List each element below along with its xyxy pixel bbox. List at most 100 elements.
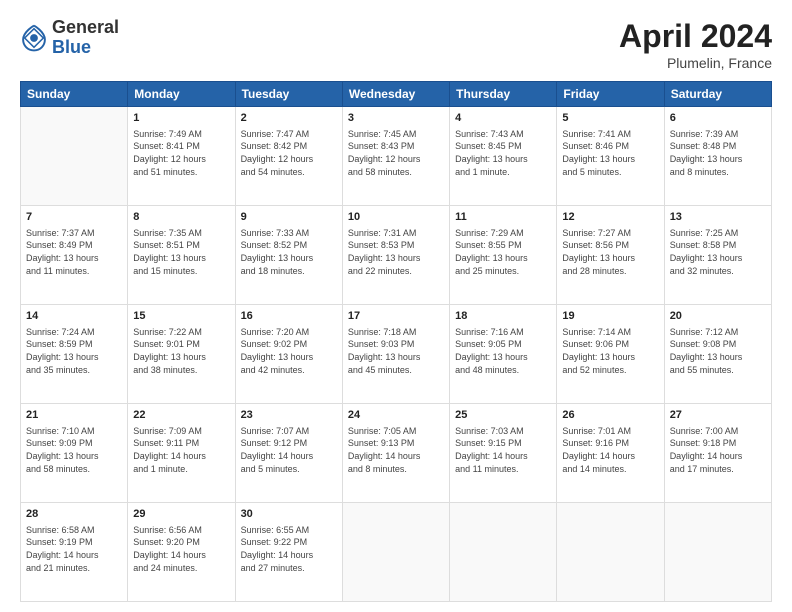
day-info: Sunrise: 7:24 AM Sunset: 8:59 PM Dayligh… (26, 326, 122, 376)
logo-general-text: General (52, 18, 119, 38)
table-row (664, 503, 771, 602)
day-number: 15 (133, 309, 229, 324)
col-saturday: Saturday (664, 82, 771, 107)
day-number: 1 (133, 111, 229, 126)
table-row: 30 Sunrise: 6:55 AM Sunset: 9:22 PM Dayli… (235, 503, 342, 602)
day-info: Sunrise: 7:35 AM Sunset: 8:51 PM Dayligh… (133, 227, 229, 277)
day-info: Sunrise: 7:01 AM Sunset: 9:16 PM Dayligh… (562, 425, 658, 475)
day-number: 4 (455, 111, 551, 126)
table-row: 17Sunrise: 7:18 AM Sunset: 9:03 PM Dayli… (342, 305, 449, 404)
day-number: 12 (562, 210, 658, 225)
day-info: Sunrise: 7:45 AM Sunset: 8:43 PM Dayligh… (348, 128, 444, 178)
day-number: 26 (562, 408, 658, 423)
day-number: 20 (670, 309, 766, 324)
day-info: Sunrise: 6:58 AM Sunset: 9:19 PM Dayligh… (26, 524, 122, 574)
table-row: 8 Sunrise: 7:35 AM Sunset: 8:51 PM Daylig… (128, 206, 235, 305)
table-row: 25 Sunrise: 7:03 AM Sunset: 9:15 PM Dayli… (450, 404, 557, 503)
day-info: Sunrise: 7:41 AM Sunset: 8:46 PM Dayligh… (562, 128, 658, 178)
col-thursday: Thursday (450, 82, 557, 107)
calendar-header-row: Sunday Monday Tuesday Wednesday Thursday… (21, 82, 772, 107)
day-number: 9 (241, 210, 337, 225)
day-info: Sunrise: 7:31 AM Sunset: 8:53 PM Dayligh… (348, 227, 444, 277)
day-number: 14 (26, 309, 122, 324)
day-number: 6 (670, 111, 766, 126)
week-row-1: 1 Sunrise: 7:49 AM Sunset: 8:41 PM Daylig… (21, 107, 772, 206)
table-row: 18 Sunrise: 7:16 AM Sunset: 9:05 PM Dayli… (450, 305, 557, 404)
day-number: 18 (455, 309, 551, 324)
day-info: Sunrise: 7:12 AM Sunset: 9:08 PM Dayligh… (670, 326, 766, 376)
table-row: 20 Sunrise: 7:12 AM Sunset: 9:08 PM Dayli… (664, 305, 771, 404)
day-number: 16 (241, 309, 337, 324)
table-row: 16Sunrise: 7:20 AM Sunset: 9:02 PM Dayli… (235, 305, 342, 404)
table-row (21, 107, 128, 206)
day-info: Sunrise: 7:25 AM Sunset: 8:58 PM Dayligh… (670, 227, 766, 277)
table-row: 23 Sunrise: 7:07 AM Sunset: 9:12 PM Dayli… (235, 404, 342, 503)
table-row: 26 Sunrise: 7:01 AM Sunset: 9:16 PM Dayli… (557, 404, 664, 503)
day-info: Sunrise: 6:55 AM Sunset: 9:22 PM Dayligh… (241, 524, 337, 574)
calendar-location: Plumelin, France (619, 55, 772, 71)
table-row: 7 Sunrise: 7:37 AM Sunset: 8:49 PM Daylig… (21, 206, 128, 305)
day-info: Sunrise: 7:37 AM Sunset: 8:49 PM Dayligh… (26, 227, 122, 277)
day-number: 19 (562, 309, 658, 324)
table-row: 29Sunrise: 6:56 AM Sunset: 9:20 PM Dayli… (128, 503, 235, 602)
table-row: 12Sunrise: 7:27 AM Sunset: 8:56 PM Dayli… (557, 206, 664, 305)
day-number: 28 (26, 507, 122, 522)
header: General Blue April 2024 Plumelin, France (20, 18, 772, 71)
table-row: 27 Sunrise: 7:00 AM Sunset: 9:18 PM Dayli… (664, 404, 771, 503)
calendar-title: April 2024 (619, 18, 772, 55)
table-row: 15 Sunrise: 7:22 AM Sunset: 9:01 PM Dayli… (128, 305, 235, 404)
day-number: 17 (348, 309, 444, 324)
week-row-2: 7 Sunrise: 7:37 AM Sunset: 8:49 PM Daylig… (21, 206, 772, 305)
col-tuesday: Tuesday (235, 82, 342, 107)
day-number: 21 (26, 408, 122, 423)
day-number: 11 (455, 210, 551, 225)
page: General Blue April 2024 Plumelin, France… (0, 0, 792, 612)
week-row-3: 14 Sunrise: 7:24 AM Sunset: 8:59 PM Dayli… (21, 305, 772, 404)
day-number: 30 (241, 507, 337, 522)
table-row: 3 Sunrise: 7:45 AM Sunset: 8:43 PM Daylig… (342, 107, 449, 206)
day-number: 13 (670, 210, 766, 225)
day-number: 24 (348, 408, 444, 423)
col-friday: Friday (557, 82, 664, 107)
table-row: 2 Sunrise: 7:47 AM Sunset: 8:42 PM Daylig… (235, 107, 342, 206)
day-info: Sunrise: 7:09 AM Sunset: 9:11 PM Dayligh… (133, 425, 229, 475)
table-row (557, 503, 664, 602)
calendar-table: Sunday Monday Tuesday Wednesday Thursday… (20, 81, 772, 602)
day-number: 25 (455, 408, 551, 423)
day-number: 7 (26, 210, 122, 225)
day-info: Sunrise: 7:07 AM Sunset: 9:12 PM Dayligh… (241, 425, 337, 475)
logo-text: General Blue (52, 18, 119, 58)
day-info: Sunrise: 7:49 AM Sunset: 8:41 PM Dayligh… (133, 128, 229, 178)
day-info: Sunrise: 7:39 AM Sunset: 8:48 PM Dayligh… (670, 128, 766, 178)
week-row-4: 21 Sunrise: 7:10 AM Sunset: 9:09 PM Dayli… (21, 404, 772, 503)
table-row: 10Sunrise: 7:31 AM Sunset: 8:53 PM Dayli… (342, 206, 449, 305)
table-row: 5Sunrise: 7:41 AM Sunset: 8:46 PM Daylig… (557, 107, 664, 206)
col-sunday: Sunday (21, 82, 128, 107)
table-row: 24Sunrise: 7:05 AM Sunset: 9:13 PM Dayli… (342, 404, 449, 503)
table-row: 9 Sunrise: 7:33 AM Sunset: 8:52 PM Daylig… (235, 206, 342, 305)
day-info: Sunrise: 7:00 AM Sunset: 9:18 PM Dayligh… (670, 425, 766, 475)
day-number: 8 (133, 210, 229, 225)
table-row: 4Sunrise: 7:43 AM Sunset: 8:45 PM Daylig… (450, 107, 557, 206)
day-info: Sunrise: 7:33 AM Sunset: 8:52 PM Dayligh… (241, 227, 337, 277)
table-row (342, 503, 449, 602)
day-number: 3 (348, 111, 444, 126)
day-number: 29 (133, 507, 229, 522)
day-info: Sunrise: 7:03 AM Sunset: 9:15 PM Dayligh… (455, 425, 551, 475)
day-info: Sunrise: 7:22 AM Sunset: 9:01 PM Dayligh… (133, 326, 229, 376)
table-row: 28 Sunrise: 6:58 AM Sunset: 9:19 PM Dayli… (21, 503, 128, 602)
day-number: 2 (241, 111, 337, 126)
day-info: Sunrise: 7:47 AM Sunset: 8:42 PM Dayligh… (241, 128, 337, 178)
table-row: 1 Sunrise: 7:49 AM Sunset: 8:41 PM Daylig… (128, 107, 235, 206)
day-info: Sunrise: 7:16 AM Sunset: 9:05 PM Dayligh… (455, 326, 551, 376)
col-wednesday: Wednesday (342, 82, 449, 107)
day-info: Sunrise: 7:29 AM Sunset: 8:55 PM Dayligh… (455, 227, 551, 277)
title-block: April 2024 Plumelin, France (619, 18, 772, 71)
week-row-5: 28 Sunrise: 6:58 AM Sunset: 9:19 PM Dayli… (21, 503, 772, 602)
day-number: 27 (670, 408, 766, 423)
day-info: Sunrise: 7:14 AM Sunset: 9:06 PM Dayligh… (562, 326, 658, 376)
table-row: 6 Sunrise: 7:39 AM Sunset: 8:48 PM Daylig… (664, 107, 771, 206)
day-number: 23 (241, 408, 337, 423)
table-row: 13 Sunrise: 7:25 AM Sunset: 8:58 PM Dayli… (664, 206, 771, 305)
day-info: Sunrise: 7:10 AM Sunset: 9:09 PM Dayligh… (26, 425, 122, 475)
